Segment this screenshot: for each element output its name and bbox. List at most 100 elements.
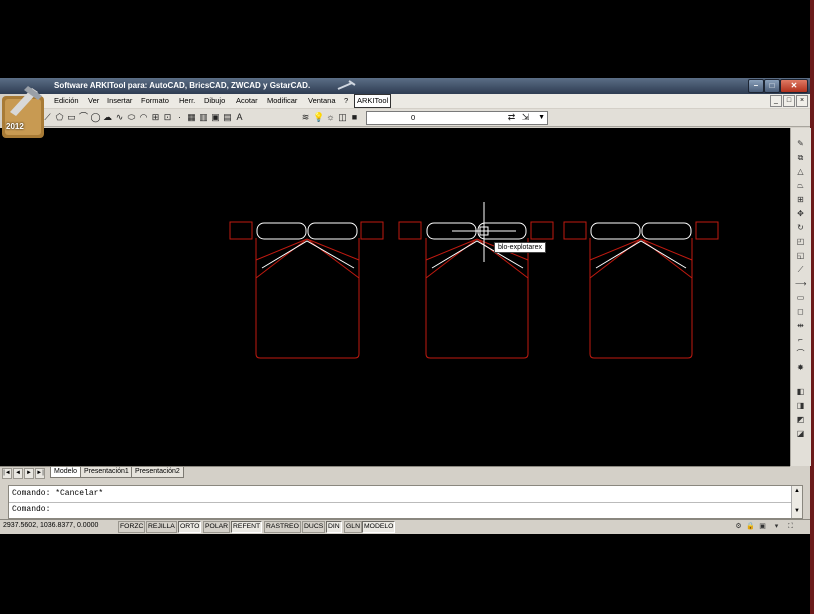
status-rastreo-button[interactable]: RASTREO <box>264 521 301 533</box>
table-icon[interactable]: ▤ <box>222 111 233 123</box>
scale-icon[interactable]: ◰ <box>795 236 806 247</box>
menu-herr[interactable]: Herr. <box>179 96 195 105</box>
tab-prev-button[interactable]: ◄ <box>13 468 23 479</box>
status-orto-button[interactable]: ORTO <box>178 521 202 533</box>
menu-ventana[interactable]: Ventana <box>308 96 336 105</box>
fillet-icon[interactable]: ⌒ <box>795 348 806 359</box>
sun-icon[interactable]: ☼ <box>325 111 336 123</box>
tab-presentacion1[interactable]: Presentación1 <box>80 467 133 478</box>
status-ducs-button[interactable]: DUCS <box>302 521 326 533</box>
status-din-button[interactable]: DIN <box>326 521 342 533</box>
trim-icon[interactable]: ⟋ <box>795 264 806 275</box>
color-swatch-icon[interactable]: ■ <box>349 111 360 123</box>
clean-screen-icon[interactable]: ▣ <box>758 522 767 531</box>
layer-match-icon[interactable]: ⇲ <box>520 111 531 123</box>
status-modelo-button[interactable]: MODELO <box>362 521 396 533</box>
draworder-back-icon[interactable]: ◨ <box>795 400 806 411</box>
break-icon[interactable]: ▭ <box>795 292 806 303</box>
status-refent-button[interactable]: REFENT <box>231 521 263 533</box>
drawing-canvas[interactable] <box>0 128 790 466</box>
status-menu-chevron-icon[interactable]: ▾ <box>772 522 781 531</box>
break-at-point-icon[interactable]: ◻ <box>795 306 806 317</box>
lock-icon[interactable]: ◫ <box>337 111 348 123</box>
text-icon[interactable]: A <box>234 111 245 123</box>
rectangle-icon[interactable]: ▭ <box>66 111 77 123</box>
mdi-minimize-button[interactable]: _ <box>770 95 782 107</box>
draworder-below-icon[interactable]: ◪ <box>795 428 806 439</box>
explode-icon[interactable]: ✸ <box>795 362 806 373</box>
tab-last-button[interactable]: ►| <box>35 468 45 479</box>
polygon-icon[interactable]: ⬠ <box>54 111 65 123</box>
lock-toolbars-icon[interactable]: 🔒 <box>746 522 755 531</box>
mdi-close-button[interactable]: × <box>796 95 808 107</box>
bed-frame-1 <box>255 238 360 359</box>
make-block-icon[interactable]: ⊡ <box>162 111 173 123</box>
status-rejilla-button[interactable]: REJILLA <box>146 521 177 533</box>
move-icon[interactable]: ✥ <box>795 208 806 219</box>
menu-formato[interactable]: Formato <box>141 96 169 105</box>
menu-arkitool[interactable]: ARKITool <box>354 94 392 108</box>
layer-previous-icon[interactable]: ⇄ <box>506 111 517 123</box>
command-prompt[interactable]: Comando: <box>12 505 50 514</box>
hatch-icon[interactable]: ▦ <box>186 111 197 123</box>
tab-presentacion2[interactable]: Presentación2 <box>131 467 184 478</box>
status-forzc-button[interactable]: FORZC <box>118 521 146 533</box>
close-button[interactable]: ✕ <box>780 79 808 93</box>
lightbulb-icon[interactable]: 💡 <box>313 111 324 123</box>
bed-block-1[interactable] <box>229 221 384 359</box>
status-polar-button[interactable]: POLAR <box>203 521 231 533</box>
mdi-restore-button[interactable]: □ <box>783 95 795 107</box>
circle-icon[interactable]: ◯ <box>90 111 101 123</box>
scroll-down-icon[interactable]: ▼ <box>794 508 800 514</box>
menu-insertar[interactable]: Insertar <box>107 96 132 105</box>
extend-icon[interactable]: ⟶ <box>795 278 806 289</box>
gradient-icon[interactable]: ▥ <box>198 111 209 123</box>
menu-help[interactable]: ? <box>344 96 348 105</box>
layer-manager-icon[interactable]: ≋ <box>300 111 311 123</box>
draworder-above-icon[interactable]: ◩ <box>795 414 806 425</box>
coordinate-readout[interactable]: 2937.5602, 1036.8377, 0.0000 <box>3 522 98 529</box>
ellipse-icon[interactable]: ⬭ <box>126 111 137 123</box>
offset-icon[interactable]: ⏢ <box>795 180 806 191</box>
command-window[interactable]: Comando: *Cancelar* Comando: ▲ ▼ <box>8 485 803 519</box>
draworder-front-icon[interactable]: ◧ <box>795 386 806 397</box>
rotate-icon[interactable]: ↻ <box>795 222 806 233</box>
join-icon[interactable]: ⇹ <box>795 320 806 331</box>
minimize-button[interactable]: – <box>748 79 764 93</box>
tab-next-button[interactable]: ► <box>24 468 34 479</box>
mirror-icon[interactable]: △ <box>795 166 806 177</box>
erase-icon[interactable]: ✎ <box>795 138 806 149</box>
menu-ver[interactable]: Ver <box>88 96 99 105</box>
title-bar[interactable]: Software ARKITool para: AutoCAD, BricsCA… <box>0 78 810 94</box>
point-icon[interactable]: · <box>174 111 185 123</box>
tab-modelo[interactable]: Modelo <box>50 467 81 478</box>
region-icon[interactable]: ▣ <box>210 111 221 123</box>
copy-icon[interactable]: ⧉ <box>795 152 806 163</box>
array-icon[interactable]: ⊞ <box>795 194 806 205</box>
maximize-button[interactable]: □ <box>764 79 780 93</box>
menu-acotar[interactable]: Acotar <box>236 96 258 105</box>
stretch-icon[interactable]: ◱ <box>795 250 806 261</box>
status-gln-button[interactable]: GLN <box>344 521 362 533</box>
menu-bar: Edición Ver Insertar Formato Herr. Dibuj… <box>40 94 810 108</box>
revcloud-icon[interactable]: ☁ <box>102 111 113 123</box>
command-divider <box>9 502 792 503</box>
fullscreen-icon[interactable]: ⛶ <box>786 522 795 531</box>
nightstand-left-2 <box>398 221 422 240</box>
menu-edicion[interactable]: Edición <box>54 96 79 105</box>
workspace-gear-icon[interactable]: ⚙ <box>734 522 743 531</box>
bed-block-3[interactable] <box>563 221 719 359</box>
menu-dibujo[interactable]: Dibujo <box>204 96 225 105</box>
command-scrollbar[interactable]: ▲ ▼ <box>791 486 802 518</box>
tab-first-button[interactable]: |◄ <box>2 468 12 479</box>
arc-icon[interactable]: ⌒ <box>78 111 89 123</box>
sheet-line-3 <box>595 240 687 269</box>
bed-frame-3 <box>589 238 693 359</box>
ellipse-arc-icon[interactable]: ◠ <box>138 111 149 123</box>
menu-modificar[interactable]: Modificar <box>267 96 297 105</box>
insert-block-icon[interactable]: ⊞ <box>150 111 161 123</box>
spline-icon[interactable]: ∿ <box>114 111 125 123</box>
chamfer-icon[interactable]: ⌐ <box>795 334 806 345</box>
bed-cover-fold-3 <box>589 238 693 279</box>
scroll-up-icon[interactable]: ▲ <box>794 488 800 494</box>
